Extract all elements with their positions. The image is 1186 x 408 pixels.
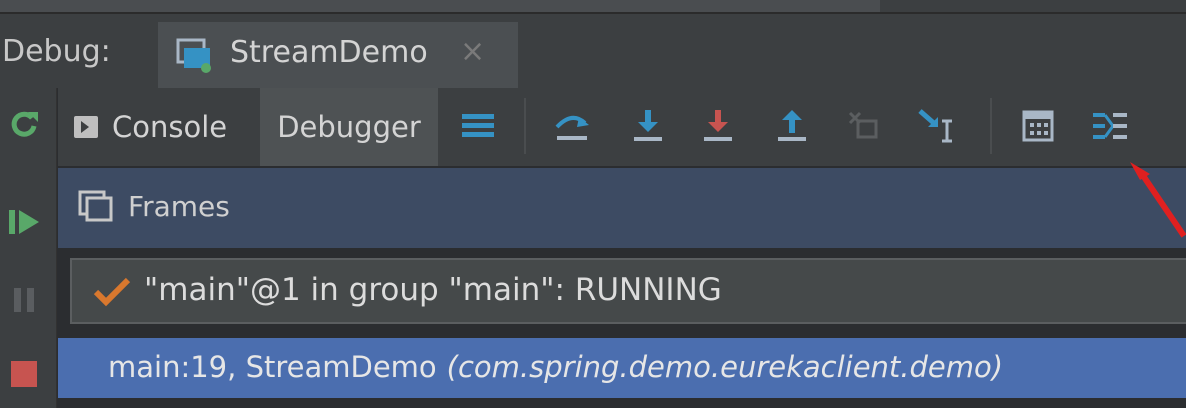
pause-icon[interactable] bbox=[6, 282, 42, 318]
tab-debugger[interactable]: Debugger bbox=[260, 88, 438, 166]
run-config-icon bbox=[176, 38, 211, 73]
force-step-into-icon[interactable] bbox=[696, 104, 740, 148]
console-icon bbox=[74, 116, 98, 138]
frame-location: main:19, StreamDemo bbox=[108, 350, 437, 384]
frames-icon bbox=[78, 190, 113, 222]
step-out-icon[interactable] bbox=[770, 104, 814, 148]
debug-tool-window-header: Debug: StreamDemo × bbox=[0, 14, 1186, 88]
toolbar-separator bbox=[524, 98, 526, 154]
frame-package: (com.spring.demo.eurekaclient.demo) bbox=[446, 350, 1004, 384]
tab-console[interactable]: Console bbox=[74, 106, 227, 148]
frames-panel-header: Frames bbox=[58, 168, 1186, 248]
step-into-icon[interactable] bbox=[626, 104, 670, 148]
editor-area-edge bbox=[0, 0, 880, 12]
debugger-toolbar: Console Debugger bbox=[58, 88, 1186, 166]
resume-icon[interactable] bbox=[6, 204, 42, 240]
drop-frame-icon[interactable] bbox=[842, 104, 886, 148]
thread-label: "main"@1 in group "main": RUNNING bbox=[144, 272, 722, 308]
step-over-icon[interactable] bbox=[550, 104, 594, 148]
checkmark-icon bbox=[93, 277, 131, 307]
trace-current-stream-chain-icon[interactable] bbox=[1088, 104, 1132, 148]
debugger-label: Debugger bbox=[277, 110, 421, 144]
toolbar-separator bbox=[990, 98, 992, 154]
frames-menu-icon[interactable] bbox=[456, 104, 500, 148]
stop-icon[interactable] bbox=[6, 356, 42, 392]
debug-side-toolbar bbox=[0, 88, 57, 408]
annotation-arrow-icon bbox=[1130, 162, 1186, 238]
top-strip bbox=[0, 0, 1186, 14]
stack-frame-row[interactable]: main:19, StreamDemo (com.spring.demo.eure… bbox=[58, 338, 1186, 398]
debug-label: Debug: bbox=[2, 34, 111, 69]
tab-title: StreamDemo bbox=[230, 35, 428, 70]
frames-title: Frames bbox=[128, 190, 230, 223]
stack-frame-label: main:19, StreamDemo (com.spring.demo.eure… bbox=[108, 350, 1003, 384]
run-to-cursor-icon[interactable] bbox=[914, 104, 958, 148]
console-label: Console bbox=[112, 110, 228, 144]
evaluate-expression-icon[interactable] bbox=[1016, 104, 1060, 148]
thread-selector[interactable]: "main"@1 in group "main": RUNNING bbox=[70, 258, 1186, 324]
close-icon[interactable]: × bbox=[460, 34, 485, 69]
rerun-icon[interactable] bbox=[6, 106, 42, 142]
tab-streamdemo[interactable]: StreamDemo × bbox=[158, 22, 518, 88]
